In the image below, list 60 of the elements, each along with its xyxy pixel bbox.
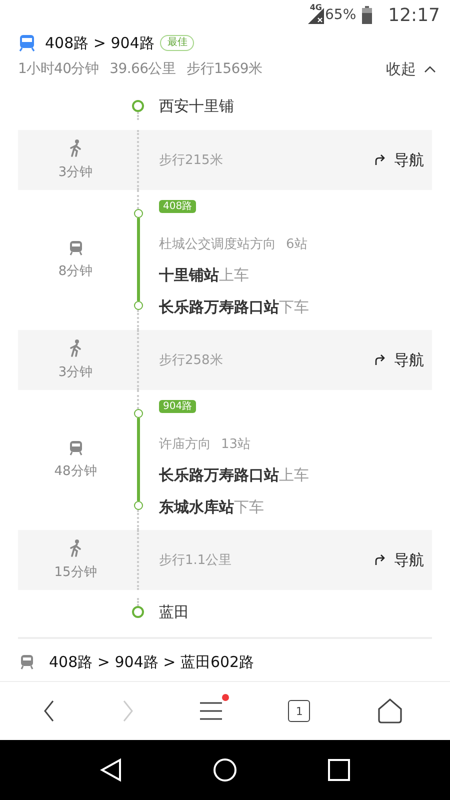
stop-name: 十里铺站 [159, 266, 219, 284]
recents-icon[interactable] [328, 759, 350, 781]
collapse-button[interactable]: 收起 [386, 60, 436, 78]
stop-name: 长乐路万寿路口站 [159, 466, 279, 484]
navigate-button[interactable]: 导航 [374, 550, 424, 570]
line-badge: 408路 [159, 200, 196, 213]
bus-icon [68, 240, 82, 256]
back-icon[interactable] [43, 700, 56, 722]
turn-arrow-icon [374, 354, 386, 366]
turn-arrow-icon [374, 554, 386, 566]
walk-distance: 步行215米 [159, 152, 223, 169]
line-badge: 904路 [159, 400, 196, 413]
duration: 15分钟 [54, 564, 97, 581]
stop-marker [134, 409, 142, 418]
stop-marker [134, 301, 142, 310]
navigate-button[interactable]: 导航 [374, 150, 424, 170]
battery-icon [362, 6, 372, 24]
walk-distance: 步行258米 [159, 352, 223, 369]
stop-marker [134, 501, 142, 510]
direction: 杜城公交调度站方向 [159, 236, 276, 253]
duration: 48分钟 [54, 463, 97, 480]
route-title: 408路 > 904路 > 蓝田602路 [49, 652, 254, 672]
menu-icon[interactable] [200, 701, 222, 721]
stop-name: 蓝田 [159, 602, 189, 622]
alight-label: 下车 [234, 498, 264, 516]
direction: 许庙方向 [159, 436, 211, 453]
stop-count: 13站 [221, 436, 251, 453]
stop-marker [132, 606, 144, 618]
walk-distance: 步行1.1公里 [159, 552, 232, 569]
route-summary: 1小时40分钟 [18, 60, 99, 78]
route-summary: 39.66公里 [110, 60, 176, 78]
clock: 12:17 [388, 4, 440, 26]
battery-percent: 65% [325, 7, 356, 23]
best-badge: 最佳 [160, 35, 194, 51]
route-summary: 步行1569米 [186, 60, 262, 78]
tabs-button[interactable]: 1 [288, 700, 310, 722]
bus-icon [18, 34, 36, 52]
stop-count: 6站 [286, 236, 308, 253]
walking-person-icon [68, 139, 82, 157]
walking-person-icon [68, 339, 82, 357]
alight-label: 下车 [279, 298, 309, 316]
navigate-button[interactable]: 导航 [374, 350, 424, 370]
stop-marker [134, 209, 142, 218]
duration: 3分钟 [58, 364, 93, 381]
bus-icon [20, 654, 34, 670]
board-label: 上车 [219, 266, 249, 284]
walking-person-icon [68, 539, 82, 557]
stop-name: 长乐路万寿路口站 [159, 298, 279, 316]
route-title: 408路 > 904路 [45, 34, 154, 52]
stop-name: 东城水库站 [159, 498, 234, 516]
home-icon[interactable] [376, 698, 403, 724]
chevron-up-icon [424, 65, 436, 73]
stop-marker [132, 100, 144, 112]
network-type: 4G [310, 3, 322, 12]
bus-icon [68, 440, 82, 456]
duration: 3分钟 [58, 164, 93, 181]
stop-name: 西安十里铺 [159, 96, 234, 116]
board-label: 上车 [279, 466, 309, 484]
turn-arrow-icon [374, 154, 386, 166]
duration: 8分钟 [58, 263, 93, 280]
